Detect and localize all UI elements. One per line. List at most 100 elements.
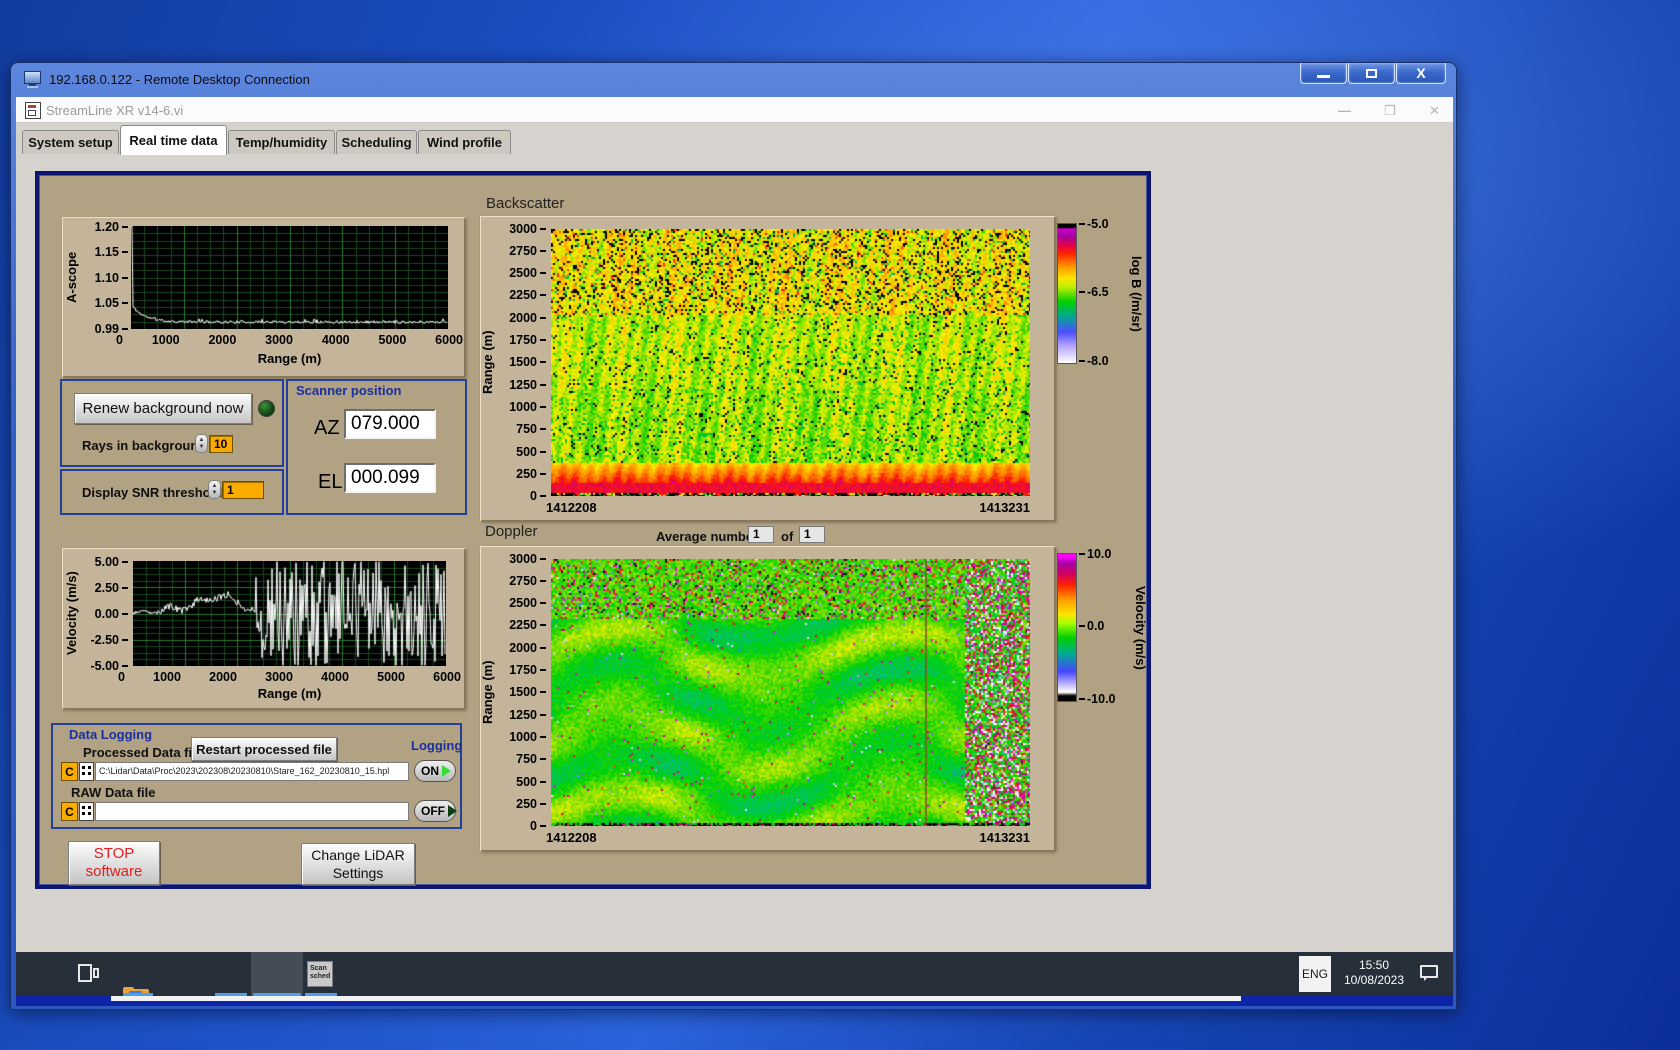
axis-tick-label: 0 xyxy=(118,670,125,684)
doppler-x-end: 1413231 xyxy=(979,830,1030,845)
maximize-button[interactable] xyxy=(1348,63,1395,84)
restart-processed-file-button[interactable]: Restart processed file xyxy=(191,737,337,761)
vi-restore-icon[interactable]: ❐ xyxy=(1384,103,1396,119)
change-line2: Settings xyxy=(332,865,384,881)
tab-temp-humidity[interactable]: Temp/humidity xyxy=(228,130,335,154)
axis-tick-label: 1.20 xyxy=(76,220,128,234)
backscatter-colorbar xyxy=(1057,223,1077,364)
raw-data-file-label: RAW Data file xyxy=(71,785,156,800)
el-value-field[interactable]: 000.099 xyxy=(344,463,436,493)
remote-desktop-bottom-strip xyxy=(16,996,1453,1006)
velocity-chart: 5.00 2.50 0.00 -2.50 -5.00 0 1000 2000 3000 4000… xyxy=(62,548,465,709)
snr-threshold-group: Display SNR threshold ▲ ▼ 1 xyxy=(60,469,284,515)
processed-logging-toggle-on[interactable]: ON xyxy=(414,760,456,782)
processed-path-field[interactable]: C:\Lidar\Data\Proc\2023\202308\20230810\… xyxy=(95,762,409,781)
snr-threshold-label: Display SNR threshold xyxy=(82,485,223,500)
rays-value-field[interactable]: 10 xyxy=(209,435,233,453)
ascope-plot-area xyxy=(131,226,448,329)
task-view-icon[interactable] xyxy=(76,961,100,985)
average-total-field[interactable]: 1 xyxy=(799,526,825,543)
renew-background-button[interactable]: Renew background now xyxy=(74,393,252,424)
axis-tick-label: 3000 xyxy=(498,222,546,236)
vi-window-titlebar: StreamLine XR v14-6.vi — ❐ ✕ xyxy=(16,97,1453,123)
tab-scheduling[interactable]: Scheduling xyxy=(336,130,417,154)
axis-tick-label: 2250 xyxy=(498,618,546,632)
axis-tick-label: 1000 xyxy=(151,333,180,347)
close-icon: X xyxy=(1416,65,1426,81)
az-value-field[interactable]: 079.000 xyxy=(344,409,436,439)
axis-tick-label: 1250 xyxy=(498,378,546,392)
axis-tick-label: 5000 xyxy=(377,670,405,684)
doppler-title: Doppler xyxy=(485,523,538,540)
scan-scheduler-label: Scan sched xyxy=(310,965,331,980)
backscatter-chart: 3000 2750 2500 2250 2000 1750 1500 1250 1000 750 5… xyxy=(480,216,1055,521)
velocity-canvas xyxy=(133,561,446,666)
axis-tick-label: 500 xyxy=(498,445,546,459)
backscatter-y-label: Range (m) xyxy=(480,330,495,395)
scan-scheduler-icon[interactable]: Scan sched xyxy=(307,961,333,987)
axis-tick-label: 10.0 xyxy=(1079,547,1131,561)
processed-browse-icon[interactable] xyxy=(79,762,94,781)
raw-logging-toggle-off[interactable]: OFF xyxy=(414,800,457,822)
axis-tick-label: 250 xyxy=(498,797,546,811)
scanner-position-title: Scanner position xyxy=(296,383,402,398)
logging-label: Logging xyxy=(411,738,463,753)
close-button[interactable]: X xyxy=(1396,63,1446,84)
raw-drive-selector[interactable]: C xyxy=(61,802,78,821)
vi-minimize-icon[interactable]: — xyxy=(1338,103,1351,118)
on-arrow-icon xyxy=(442,765,451,777)
active-app-highlight xyxy=(251,952,303,996)
doppler-y-axis: 3000 2750 2500 2250 2000 1750 1500 1250 1000 750 5… xyxy=(498,552,546,833)
ascope-y-axis: 1.20 1.15 1.10 1.05 0.99 xyxy=(76,220,128,336)
tab-real-time-data[interactable]: Real time data xyxy=(120,125,227,155)
clock-date: 10/08/2023 xyxy=(1343,973,1405,987)
doppler-chart: 3000 2750 2500 2250 2000 1750 1500 1250 1000 750 5… xyxy=(480,546,1055,851)
axis-tick-label: 6000 xyxy=(435,333,463,347)
stop-software-button[interactable]: STOP software xyxy=(68,841,160,885)
average-number-field[interactable]: 1 xyxy=(748,526,774,543)
change-lidar-settings-button[interactable]: Change LiDAR Settings xyxy=(301,843,415,885)
axis-tick-label: 1500 xyxy=(498,355,546,369)
axis-tick-label: 500 xyxy=(498,775,546,789)
tab-wind-profile[interactable]: Wind profile xyxy=(418,130,511,154)
ascope-chart: 1.20 1.15 1.10 1.05 0.99 0 1000 2000 3000 4000 50… xyxy=(62,217,465,377)
doppler-y-label: Range (m) xyxy=(480,660,495,725)
taskbar-clock[interactable]: 15:50 10/08/2023 xyxy=(1338,958,1410,988)
minimize-button[interactable] xyxy=(1300,63,1347,84)
raw-path-field[interactable] xyxy=(95,802,409,821)
tab-system-setup[interactable]: System setup xyxy=(22,130,119,154)
tab-bar: System setup Real time data Temp/humidit… xyxy=(16,123,1453,155)
snr-value-field[interactable]: 1 xyxy=(222,481,264,499)
axis-tick-label: 2250 xyxy=(498,288,546,302)
stop-line2: software xyxy=(85,863,143,880)
raw-browse-icon[interactable] xyxy=(79,802,94,821)
axis-tick-label: 1500 xyxy=(498,685,546,699)
velocity-x-label: Range (m) xyxy=(257,686,322,701)
backscatter-x-end: 1413231 xyxy=(979,500,1030,515)
axis-tick-label: 1000 xyxy=(498,400,546,414)
snr-spinner[interactable]: ▲ ▼ xyxy=(208,480,221,499)
axis-tick-label: -6.5 xyxy=(1079,285,1125,299)
backscatter-colorbar-label: log B (/m/sr) xyxy=(1129,255,1144,332)
processed-drive-selector[interactable]: C xyxy=(61,762,78,781)
axis-tick-label: 2000 xyxy=(208,333,237,347)
vi-close-icon[interactable]: ✕ xyxy=(1429,103,1440,119)
rdp-window: 192.168.0.122 - Remote Desktop Connectio… xyxy=(10,62,1457,1010)
background-controls-group: Renew background now Rays in background … xyxy=(60,379,284,467)
el-label: EL xyxy=(318,471,343,493)
axis-tick-label: 1.15 xyxy=(76,245,128,259)
language-indicator[interactable]: ENG xyxy=(1299,956,1331,992)
axis-tick-label: 1750 xyxy=(498,333,546,347)
ascope-x-axis: 0 1000 2000 3000 4000 5000 6000 xyxy=(116,333,463,347)
data-logging-title: Data Logging xyxy=(69,727,153,742)
doppler-x-start: 1412208 xyxy=(546,830,597,845)
axis-tick-label: 4000 xyxy=(321,670,349,684)
notification-center-icon[interactable] xyxy=(1420,965,1438,981)
axis-tick-label: 250 xyxy=(498,467,546,481)
backscatter-colorbar-ticks: -5.0 -6.5 -8.0 xyxy=(1079,217,1125,368)
rdp-titlebar[interactable]: 192.168.0.122 - Remote Desktop Connectio… xyxy=(11,63,1456,97)
axis-tick-label: 750 xyxy=(498,752,546,766)
axis-tick-label: 1000 xyxy=(153,670,181,684)
axis-tick-label: 1750 xyxy=(498,663,546,677)
rays-spinner[interactable]: ▲ ▼ xyxy=(195,434,208,453)
